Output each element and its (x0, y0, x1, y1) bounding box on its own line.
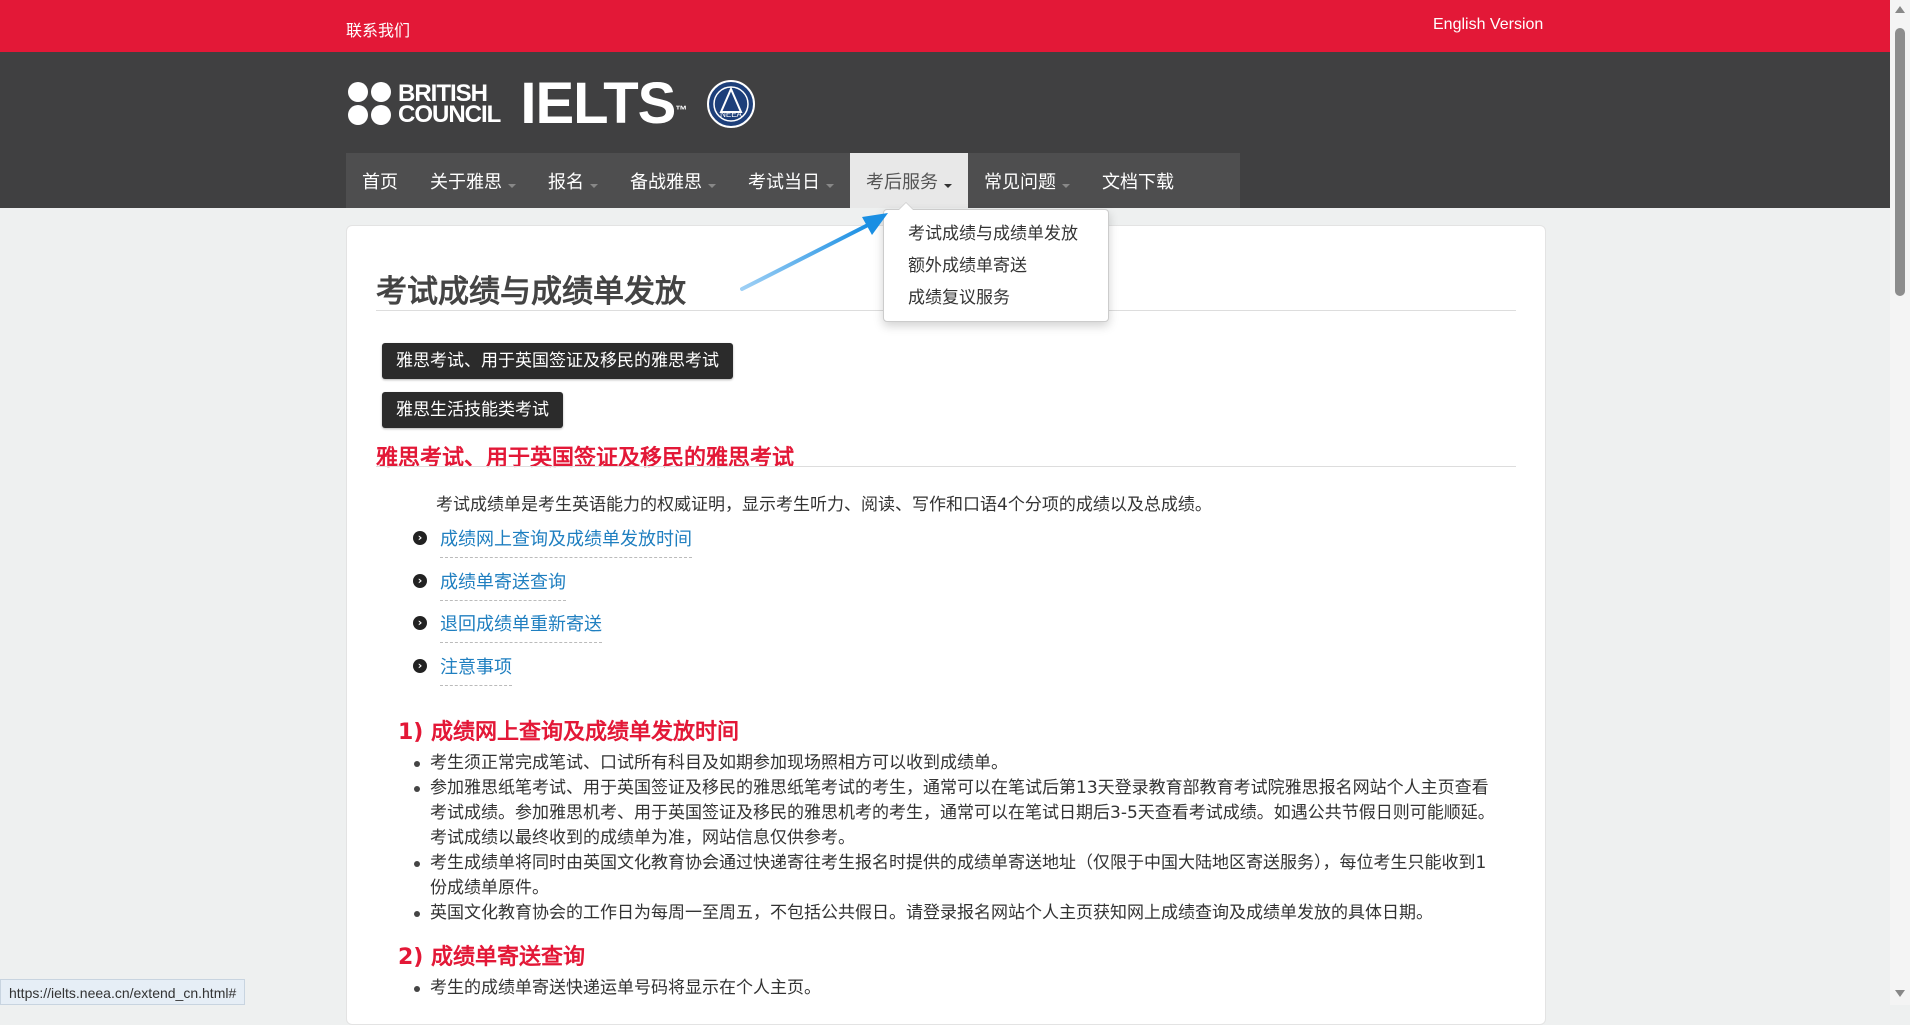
annotation-arrow-icon (740, 213, 888, 291)
main-nav: 首页 关于雅思 报名 备战雅思 考试当日 考后服务 常见问题 文档下载 (346, 153, 1240, 208)
list-item: 参加雅思纸笔考试、用于英国签证及移民的雅思纸笔考试的考生，通常可以在笔试后第13… (412, 776, 1502, 851)
arrow-circle-right-icon: › (413, 531, 427, 545)
logo-group: BRITISH COUNCIL IELTS™ NEEA (348, 75, 756, 133)
nav-item-home[interactable]: 首页 (346, 153, 414, 208)
page-scrollbar[interactable] (1890, 0, 1910, 1005)
list-item: 考生的成绩单寄送快递运单号码将显示在个人主页。 (412, 976, 1502, 1001)
nav-item-downloads[interactable]: 文档下载 (1086, 153, 1190, 208)
svg-text:NEEA: NEEA (720, 110, 742, 119)
list-item: 英国文化教育协会的工作日为每周一至周五，不包括公共假日。请登录报名网站个人主页获… (412, 901, 1502, 926)
neea-seal-icon: NEEA (707, 80, 756, 128)
section1-list: 考生须正常完成笔试、口试所有科目及如期参加现场照相方可以收到成绩单。 参加雅思纸笔… (412, 751, 1502, 926)
list-item: 考生成绩单将同时由英国文化教育协会通过快递寄往考生报名时提供的成绩单寄送地址（仅… (412, 851, 1502, 901)
section-divider (376, 466, 1516, 467)
toc-link[interactable]: 退回成绩单重新寄送 (440, 610, 602, 643)
section-title: 雅思考试、用于英国签证及移民的雅思考试 (376, 446, 795, 471)
tab-button-life-skills[interactable]: 雅思生活技能类考试 (382, 392, 563, 428)
nav-item-label: 考后服务 (866, 171, 938, 193)
section1-heading: 1) 成绩网上查询及成绩单发放时间 (398, 720, 740, 745)
british-council-logo-icon[interactable] (348, 82, 392, 126)
arrow-circle-right-icon: › (413, 573, 427, 588)
top-bar: 联系我们 English Version (0, 0, 1890, 52)
after-test-dropdown-menu: 考试成绩与成绩单发放 额外成绩单寄送 成绩复议服务 (883, 202, 1109, 322)
nav-item-about-ielts[interactable]: 关于雅思 (414, 153, 532, 208)
nav-item-after-test-service[interactable]: 考后服务 (850, 153, 968, 208)
caret-down-icon (944, 183, 952, 188)
page-title: 考试成绩与成绩单发放 (376, 274, 686, 310)
list-item: 考生须正常完成笔试、口试所有科目及如期参加现场照相方可以收到成绩单。 (412, 751, 1502, 776)
nav-item-label: 首页 (362, 171, 398, 193)
arrow-circle-right-icon: › (413, 658, 427, 673)
nav-item-test-day[interactable]: 考试当日 (732, 153, 850, 208)
toc-link[interactable]: 注意事项 (440, 653, 512, 686)
caret-down-icon (708, 183, 716, 188)
nav-item-preparation[interactable]: 备战雅思 (614, 153, 732, 208)
contact-us-link[interactable]: 联系我们 (346, 17, 410, 41)
intro-text: 考试成绩单是考生英语能力的权威证明，显示考生听力、阅读、写作和口语4个分项的成绩… (436, 495, 1212, 515)
section2-heading: 2) 成绩单寄送查询 (398, 945, 586, 970)
dropdown-item-enquiry-on-results[interactable]: 成绩复议服务 (884, 282, 1108, 314)
caret-down-icon (1062, 183, 1070, 188)
nav-item-faq[interactable]: 常见问题 (968, 153, 1086, 208)
status-bar-url: https://ielts.neea.cn/extend_cn.html# (0, 979, 246, 1005)
tab-button-ielts-ukvi[interactable]: 雅思考试、用于英国签证及移民的雅思考试 (382, 343, 733, 379)
nav-item-label: 关于雅思 (430, 171, 502, 193)
nav-item-registration[interactable]: 报名 (532, 153, 614, 208)
british-council-wordmark: BRITISH COUNCIL (398, 80, 501, 128)
toc-link[interactable]: 成绩网上查询及成绩单发放时间 (440, 525, 692, 558)
scroll-down-arrow-icon[interactable] (1895, 990, 1905, 997)
caret-down-icon (826, 183, 834, 188)
nav-item-label: 备战雅思 (630, 171, 702, 193)
arrow-circle-right-icon: › (413, 616, 427, 630)
toc-link[interactable]: 成绩单寄送查询 (440, 568, 566, 601)
section2-list: 考生的成绩单寄送快递运单号码将显示在个人主页。 (412, 976, 1502, 1001)
english-version-link[interactable]: English Version (1433, 16, 1543, 34)
site-header: BRITISH COUNCIL IELTS™ NEEA 首页 关于雅思 报名 备战雅思… (0, 52, 1890, 208)
nav-item-label: 考试当日 (748, 171, 820, 193)
ielts-logo[interactable]: IELTS™ (520, 75, 687, 133)
dropdown-item-extra-trf-mailing[interactable]: 额外成绩单寄送 (884, 250, 1108, 282)
nav-item-label: 常见问题 (984, 171, 1056, 193)
scrollbar-thumb[interactable] (1895, 28, 1905, 296)
nav-item-label: 文档下载 (1102, 171, 1174, 193)
caret-down-icon (508, 183, 516, 188)
scroll-up-arrow-icon[interactable] (1895, 6, 1905, 13)
caret-down-icon (590, 183, 598, 188)
nav-item-label: 报名 (548, 171, 584, 193)
dropdown-item-scores-and-trf[interactable]: 考试成绩与成绩单发放 (884, 218, 1108, 250)
